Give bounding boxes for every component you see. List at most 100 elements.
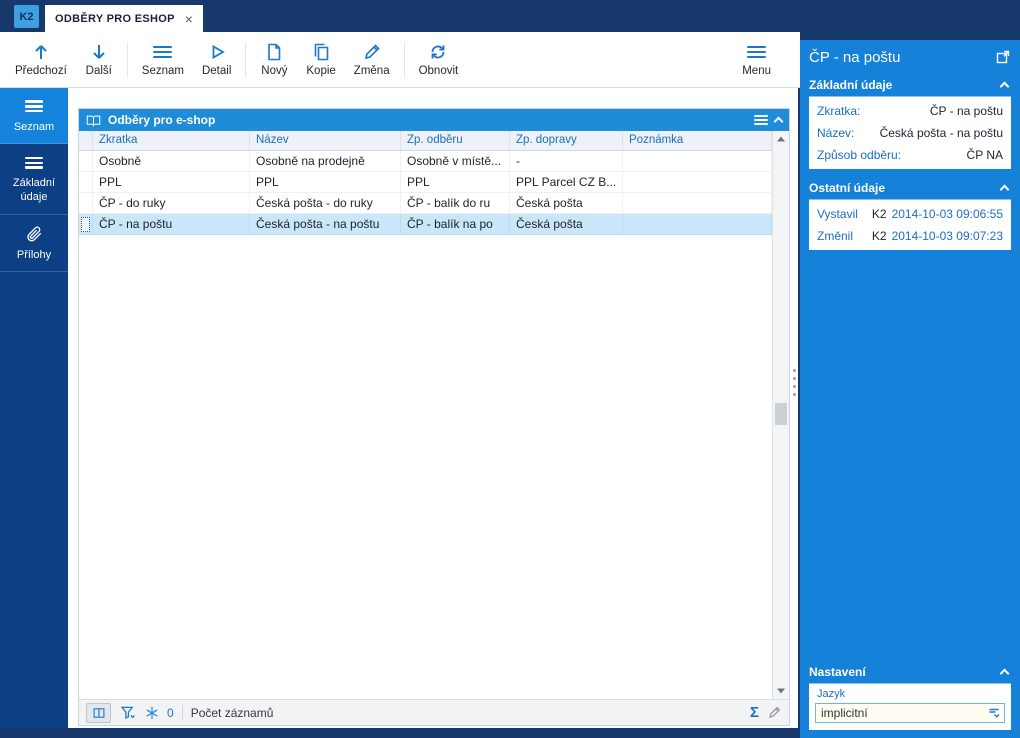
scrollbar-thumb[interactable] — [775, 403, 787, 425]
table-cell[interactable] — [623, 172, 772, 193]
table-cell[interactable]: Česká pošta - do ruky — [250, 193, 401, 214]
table-row[interactable]: PPL PPL PPL PPL Parcel CZ B... — [79, 172, 772, 193]
language-label: Jazyk — [815, 687, 1005, 703]
sidebar-item-label: Základní údaje — [3, 177, 65, 205]
new-button[interactable]: Nový — [251, 38, 297, 81]
section-collapse-icon[interactable] — [1000, 81, 1010, 91]
section-header-nastaveni[interactable]: Nastavení — [809, 661, 1011, 684]
detail-panel-title: ČP - na poštu — [809, 49, 995, 66]
app-logo: K2 — [14, 5, 39, 28]
column-header-zkratka[interactable]: Zkratka — [93, 131, 250, 151]
grid-menu-icon[interactable] — [754, 113, 768, 127]
columns-view-toggle[interactable] — [86, 703, 111, 723]
scroll-up-button[interactable] — [773, 131, 789, 147]
table-cell[interactable]: ČP - balík na po — [401, 214, 510, 235]
list-icon — [25, 98, 43, 115]
field-row-zmenil: Změnil K2 2014-10-03 09:07:23 — [809, 225, 1011, 247]
tab-odbery-pro-eshop[interactable]: ODBĚRY PRO ESHOP × — [45, 5, 203, 32]
table-cell[interactable]: PPL — [401, 172, 510, 193]
grid-titlebar: Odběry pro e-shop — [79, 109, 789, 131]
menu-icon — [747, 42, 766, 62]
previous-button[interactable]: Předchozí — [6, 38, 76, 81]
filter-icon[interactable] — [119, 704, 137, 721]
copy-label: Kopie — [306, 65, 335, 77]
status-divider — [182, 705, 183, 720]
change-label: Změna — [354, 65, 390, 77]
scroll-down-button[interactable] — [773, 683, 789, 699]
sidebar-item-prilohy[interactable]: Přílohy — [0, 215, 68, 273]
table-cell[interactable]: ČP - balík do ru — [401, 193, 510, 214]
section-header-zakladni-udaje[interactable]: Základní údaje — [809, 74, 1011, 97]
window-titlebar: K2 ODBĚRY PRO ESHOP × — [0, 0, 1020, 32]
basic-data-card: Zkratka: ČP - na poštu Název: Česká pošt… — [809, 97, 1011, 169]
section-title: Základní údaje — [809, 78, 892, 92]
field-user: K2 — [872, 207, 887, 221]
table-row[interactable]: ČP - do ruky Česká pošta - do ruky ČP - … — [79, 193, 772, 214]
table-cell[interactable]: PPL Parcel CZ B... — [510, 172, 623, 193]
sidebar-item-label: Přílohy — [17, 249, 51, 263]
change-button[interactable]: Změna — [345, 38, 399, 81]
table-cell[interactable]: Osobně na prodejně — [250, 151, 401, 172]
table-cell[interactable]: ČP - na poštu — [93, 214, 250, 235]
field-row-zkratka: Zkratka: ČP - na poštu — [809, 100, 1011, 122]
table-cell[interactable] — [623, 151, 772, 172]
list-button[interactable]: Seznam — [133, 38, 193, 81]
table-row[interactable]: ČP - na poštu Česká pošta - na poštu ČP … — [79, 214, 772, 235]
column-header-poznamka[interactable]: Poznámka — [623, 131, 772, 151]
table-cell[interactable]: Osobně — [93, 151, 250, 172]
sidebar-item-zakladni-udaje[interactable]: Základní údaje — [0, 144, 68, 214]
field-value: ČP - na poštu — [930, 104, 1003, 118]
row-marker — [79, 214, 93, 235]
column-header-nazev[interactable]: Název — [250, 131, 401, 151]
table-cell[interactable]: Česká pošta - na poštu — [250, 214, 401, 235]
table-cell[interactable]: - — [510, 151, 623, 172]
language-combobox[interactable]: implicitní — [815, 703, 1005, 723]
sum-icon[interactable]: Σ — [750, 704, 759, 721]
field-label: Název: — [817, 126, 854, 140]
column-header-zp-dopravy[interactable]: Zp. dopravy — [510, 131, 623, 151]
grid-status-bar: 0 Počet záznamů Σ — [79, 699, 789, 725]
table-cell[interactable]: PPL — [93, 172, 250, 193]
grid-body: Zkratka Název Zp. odběru Zp. dopravy Poz… — [79, 131, 772, 699]
column-header-zp-odberu[interactable]: Zp. odběru — [401, 131, 510, 151]
table-cell[interactable]: Česká pošta — [510, 193, 623, 214]
section-collapse-icon[interactable] — [1000, 668, 1010, 678]
edit-pencil-icon[interactable] — [767, 705, 782, 720]
sidebar-item-seznam[interactable]: Seznam — [0, 88, 68, 144]
play-icon — [207, 42, 227, 62]
refresh-button[interactable]: Obnovit — [410, 38, 468, 81]
tab-close-icon[interactable]: × — [185, 12, 193, 26]
field-label: Zkratka: — [817, 104, 860, 118]
combo-dropdown-icon[interactable] — [987, 706, 1001, 720]
row-marker — [79, 172, 93, 193]
next-button[interactable]: Další — [76, 38, 122, 81]
table-row[interactable]: Osobně Osobně na prodejně Osobně v místě… — [79, 151, 772, 172]
table-cell[interactable]: Osobně v místě... — [401, 151, 510, 172]
section-collapse-icon[interactable] — [1000, 184, 1010, 194]
collapse-icon[interactable] — [774, 116, 784, 126]
copy-button[interactable]: Kopie — [297, 38, 344, 81]
records-count-label: Počet záznamů — [191, 706, 274, 720]
expand-panel-icon[interactable] — [995, 49, 1011, 65]
detail-label: Detail — [202, 65, 231, 77]
refresh-icon — [428, 42, 448, 62]
menu-button[interactable]: Menu — [733, 38, 780, 81]
refresh-label: Obnovit — [419, 65, 459, 77]
table-cell[interactable] — [623, 193, 772, 214]
other-data-card: Vystavil K2 2014-10-03 09:06:55 Změnil K… — [809, 200, 1011, 250]
table-cell[interactable]: ČP - do ruky — [93, 193, 250, 214]
section-header-ostatni-udaje[interactable]: Ostatní údaje — [809, 177, 1011, 200]
table-cell[interactable]: Česká pošta — [510, 214, 623, 235]
detail-button[interactable]: Detail — [193, 38, 240, 81]
vertical-scrollbar[interactable] — [772, 131, 789, 699]
next-label: Další — [86, 65, 112, 77]
form-list-icon — [25, 154, 43, 171]
field-label: Vystavil — [817, 207, 858, 221]
table-cell[interactable] — [623, 214, 772, 235]
document-icon — [264, 42, 284, 62]
snowflake-icon[interactable] — [145, 706, 159, 720]
panel-splitter-handle[interactable] — [791, 360, 797, 404]
settings-card: Jazyk implicitní — [809, 684, 1011, 730]
table-cell[interactable]: PPL — [250, 172, 401, 193]
field-label: Způsob odběru: — [817, 148, 901, 162]
